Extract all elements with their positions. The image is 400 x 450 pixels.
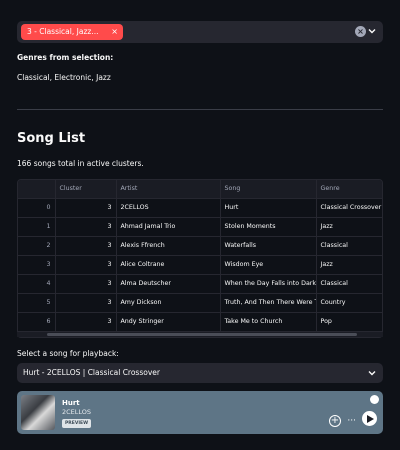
column-header-artist[interactable]: Artist — [116, 180, 221, 199]
artist-cell[interactable]: Alma Deutscher — [116, 274, 221, 294]
genres-value: Classical, Electronic, Jazz — [17, 73, 111, 82]
track-artist: 2CELLOS — [62, 408, 92, 416]
song-cell[interactable]: Wisdom Eye — [220, 255, 317, 275]
play-icon — [367, 415, 374, 423]
cluster-cell[interactable]: 3 — [55, 255, 117, 275]
playback-selected-value: Hurt - 2CELLOS | Classical Crossover — [23, 368, 160, 377]
album-cover — [21, 395, 55, 430]
artist-cell[interactable]: Alexis Ffrench — [116, 236, 221, 256]
cluster-cell[interactable]: 3 — [55, 198, 117, 218]
song-table[interactable]: Cluster Artist Song Genre 0 3 2CELLOS Hurt C… — [17, 179, 383, 338]
page-title: Song List — [17, 131, 86, 146]
table-row[interactable]: 4 3 Alma Deutscher When the Day Falls into … — [18, 274, 382, 294]
table-row[interactable]: 5 3 Amy Dickson Truth, And Then There Were … — [18, 293, 382, 313]
artist-cell[interactable]: Alice Coltrane — [116, 255, 221, 275]
table-horizontal-scrollbar[interactable] — [17, 332, 383, 337]
clear-icon[interactable]: × — [355, 26, 366, 37]
genre-cell[interactable]: Country — [316, 293, 382, 313]
table-row[interactable]: 3 3 Alice Coltrane Wisdom Eye Jazz — [18, 255, 382, 275]
row-index[interactable]: 6 — [18, 312, 56, 332]
selected-cluster-tag[interactable]: 3 - Classical, Jazz... × — [21, 24, 123, 40]
genre-cell[interactable]: Jazz — [316, 217, 382, 237]
more-options-icon[interactable]: ··· — [347, 415, 356, 427]
playback-select-label: Select a song for playback: — [17, 349, 119, 358]
row-index[interactable]: 4 — [18, 274, 56, 294]
genre-cell[interactable]: Classical — [316, 274, 382, 294]
column-header-index[interactable] — [18, 180, 56, 199]
table-row[interactable]: 6 3 Andy Stringer Take Me to Church Pop — [18, 312, 382, 332]
track-title: Hurt — [62, 399, 80, 407]
artist-cell[interactable]: Andy Stringer — [116, 312, 221, 332]
preview-badge: PREVIEW — [62, 419, 92, 428]
artist-cell[interactable]: Amy Dickson — [116, 293, 221, 313]
song-count-text: 166 songs total in active clusters. — [17, 159, 144, 168]
table-row[interactable]: 2 3 Alexis Ffrench Waterfalls Classical — [18, 236, 382, 256]
add-icon[interactable]: + — [329, 415, 341, 427]
genre-cell[interactable]: Pop — [316, 312, 382, 332]
table-row[interactable]: 1 3 Ahmad Jamal Trio Stolen Moments Jazz — [18, 217, 382, 237]
chevron-down-icon[interactable] — [366, 367, 378, 379]
music-player: Hurt 2CELLOS PREVIEW + ··· — [17, 391, 383, 434]
row-index[interactable]: 0 — [18, 198, 56, 218]
song-cell[interactable]: When the Day Falls into Darkness — [220, 274, 317, 294]
cluster-cell[interactable]: 3 — [55, 217, 117, 237]
artist-cell[interactable]: 2CELLOS — [116, 198, 221, 218]
cluster-cell[interactable]: 3 — [55, 293, 117, 313]
cluster-cell[interactable]: 3 — [55, 236, 117, 256]
player-logo-icon[interactable] — [370, 395, 379, 404]
artist-cell[interactable]: Ahmad Jamal Trio — [116, 217, 221, 237]
row-index[interactable]: 1 — [18, 217, 56, 237]
column-header-song[interactable]: Song — [220, 180, 317, 199]
play-button[interactable] — [362, 411, 377, 426]
song-cell[interactable]: Stolen Moments — [220, 217, 317, 237]
genre-cell[interactable]: Classical Crossover — [316, 198, 382, 218]
playback-song-select[interactable]: Hurt - 2CELLOS | Classical Crossover — [17, 363, 383, 383]
column-header-cluster[interactable]: Cluster — [55, 180, 117, 199]
cluster-cell[interactable]: 3 — [55, 274, 117, 294]
row-index[interactable]: 2 — [18, 236, 56, 256]
song-cell[interactable]: Take Me to Church — [220, 312, 317, 332]
genre-cell[interactable]: Classical — [316, 236, 382, 256]
song-cell[interactable]: Waterfalls — [220, 236, 317, 256]
row-index[interactable]: 5 — [18, 293, 56, 313]
genres-label: Genres from selection: — [17, 53, 114, 62]
column-header-genre[interactable]: Genre — [316, 180, 382, 199]
genre-cell[interactable]: Jazz — [316, 255, 382, 275]
table-header-row: Cluster Artist Song Genre — [18, 180, 382, 199]
selected-cluster-tag-label: 3 - Classical, Jazz... — [27, 27, 99, 36]
divider — [17, 109, 383, 110]
table-row[interactable]: 0 3 2CELLOS Hurt Classical Crossover — [18, 198, 382, 218]
genre-multiselect[interactable]: 3 - Classical, Jazz... × × — [17, 21, 383, 43]
cluster-cell[interactable]: 3 — [55, 312, 117, 332]
scrollbar-thumb[interactable] — [47, 333, 357, 336]
row-index[interactable]: 3 — [18, 255, 56, 275]
tag-remove-icon[interactable]: × — [111, 24, 118, 40]
song-cell[interactable]: Truth, And Then There Were Two — [220, 293, 317, 313]
song-cell[interactable]: Hurt — [220, 198, 317, 218]
chevron-down-icon[interactable] — [366, 25, 378, 37]
